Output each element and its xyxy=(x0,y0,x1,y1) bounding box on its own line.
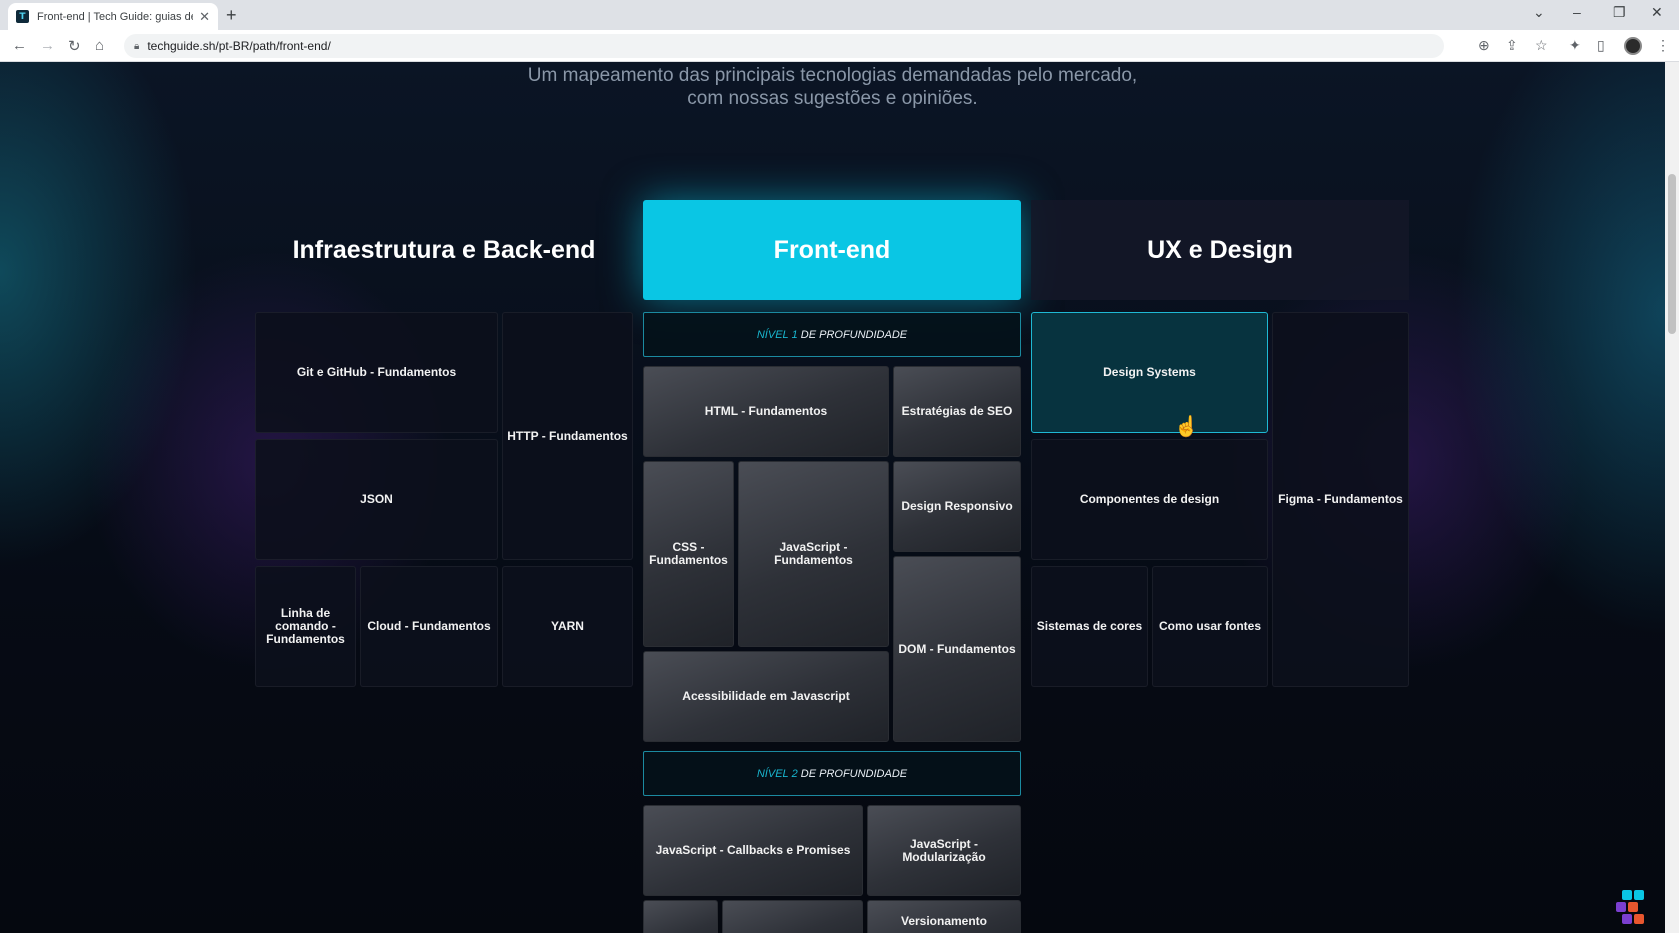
site-favicon-icon: T xyxy=(16,10,29,23)
page-viewport: Um mapeamento das principais tecnologias… xyxy=(0,62,1665,933)
restore-icon[interactable]: ❐ xyxy=(1613,4,1626,21)
scrollbar-thumb[interactable] xyxy=(1668,174,1676,334)
browser-toolbar: ← → ↻ ⌂ 🔒︎ techguide.sh/pt-BR/path/front… xyxy=(0,30,1679,62)
card-js-callbacks[interactable]: JavaScript - Callbacks e Promises xyxy=(643,805,863,896)
card-javascript[interactable]: JavaScript - Fundamentos xyxy=(738,461,889,647)
star-icon[interactable]: ☆ xyxy=(1535,37,1548,54)
card-figma[interactable]: Figma - Fundamentos xyxy=(1272,312,1409,687)
card-accessibility[interactable]: Acessibilidade em Javascript xyxy=(643,651,889,742)
card-level2-extra-1[interactable] xyxy=(643,900,718,933)
minimize-icon[interactable]: – xyxy=(1573,4,1581,20)
new-tab-icon[interactable]: + xyxy=(226,5,237,26)
tab-title: Front-end | Tech Guide: guias de xyxy=(37,10,194,23)
profile-avatar[interactable] xyxy=(1624,37,1642,55)
card-js-modules[interactable]: JavaScript - Modularização xyxy=(867,805,1021,896)
card-level2-extra-2[interactable] xyxy=(722,900,863,933)
level-number: 2 xyxy=(791,767,798,780)
card-yarn[interactable]: YARN xyxy=(502,566,633,687)
tab-close-icon[interactable]: ✕ xyxy=(199,9,210,25)
subtitle-line-2: com nossas sugestões e opiniões. xyxy=(687,88,978,109)
card-color-systems[interactable]: Sistemas de cores xyxy=(1031,566,1148,687)
level-word: NÍVEL xyxy=(756,328,789,341)
extensions-icon[interactable]: ✦ xyxy=(1569,37,1581,54)
share-icon[interactable]: ⇪ xyxy=(1506,37,1518,54)
card-design-components[interactable]: Componentes de design xyxy=(1031,439,1268,560)
sidebar-icon[interactable]: ▯ xyxy=(1597,37,1605,54)
tab-search-chevron-icon[interactable]: ⌄ xyxy=(1533,4,1545,21)
card-cloud[interactable]: Cloud - Fundamentos xyxy=(360,566,498,687)
card-http[interactable]: HTTP - Fundamentos xyxy=(502,312,633,560)
home-icon[interactable]: ⌂ xyxy=(95,37,104,54)
page-scrollbar[interactable] xyxy=(1665,62,1679,933)
zoom-icon[interactable]: ⊕ xyxy=(1478,37,1490,54)
forward-icon[interactable]: → xyxy=(40,37,55,54)
hand-cursor-icon: ☝ xyxy=(1174,416,1199,438)
level-1-banner: NÍVEL 1 DE PROFUNDIDADE xyxy=(643,312,1021,357)
subtitle-line-1: Um mapeamento das principais tecnologias… xyxy=(527,65,1138,86)
page-subtitle: Um mapeamento das principais tecnologias… xyxy=(0,64,1665,110)
browser-tab-strip: T Front-end | Tech Guide: guias de ✕ + ⌄… xyxy=(0,0,1679,30)
card-seo[interactable]: Estratégias de SEO xyxy=(893,366,1021,457)
card-css[interactable]: CSS - Fundamentos xyxy=(643,461,734,647)
back-icon[interactable]: ← xyxy=(12,37,27,54)
level-word: NÍVEL xyxy=(756,767,789,780)
card-fonts[interactable]: Como usar fontes xyxy=(1152,566,1268,687)
card-html[interactable]: HTML - Fundamentos xyxy=(643,366,889,457)
menu-icon[interactable]: ⋮ xyxy=(1656,37,1670,54)
close-window-icon[interactable]: ✕ xyxy=(1651,4,1663,21)
address-bar[interactable]: 🔒︎ techguide.sh/pt-BR/path/front-end/ xyxy=(124,34,1444,58)
column-infra-title[interactable]: Infraestrutura e Back-end xyxy=(255,200,633,300)
level-depth-text: DE PROFUNDIDADE xyxy=(800,328,908,341)
level-2-banner: NÍVEL 2 DE PROFUNDIDADE xyxy=(643,751,1021,796)
lock-icon[interactable]: 🔒︎ xyxy=(134,41,139,52)
card-versioning[interactable]: Versionamento xyxy=(867,900,1021,933)
column-frontend-title[interactable]: Front-end xyxy=(643,200,1021,300)
reload-icon[interactable]: ↻ xyxy=(68,37,81,55)
card-command-line[interactable]: Linha de comando - Fundamentos xyxy=(255,566,356,687)
column-ux-title[interactable]: UX e Design xyxy=(1031,200,1409,300)
card-git-github[interactable]: Git e GitHub - Fundamentos xyxy=(255,312,498,433)
browser-tab[interactable]: T Front-end | Tech Guide: guias de ✕ xyxy=(8,3,218,30)
card-design-systems[interactable]: Design Systems xyxy=(1031,312,1268,433)
card-dom[interactable]: DOM - Fundamentos xyxy=(893,556,1021,742)
level-number: 1 xyxy=(791,328,798,341)
card-json[interactable]: JSON xyxy=(255,439,498,560)
url-text[interactable]: techguide.sh/pt-BR/path/front-end/ xyxy=(147,39,330,53)
card-responsive-design[interactable]: Design Responsivo xyxy=(893,461,1021,552)
level-depth-text: DE PROFUNDIDADE xyxy=(800,767,908,780)
site-logo-icon xyxy=(1616,890,1650,926)
